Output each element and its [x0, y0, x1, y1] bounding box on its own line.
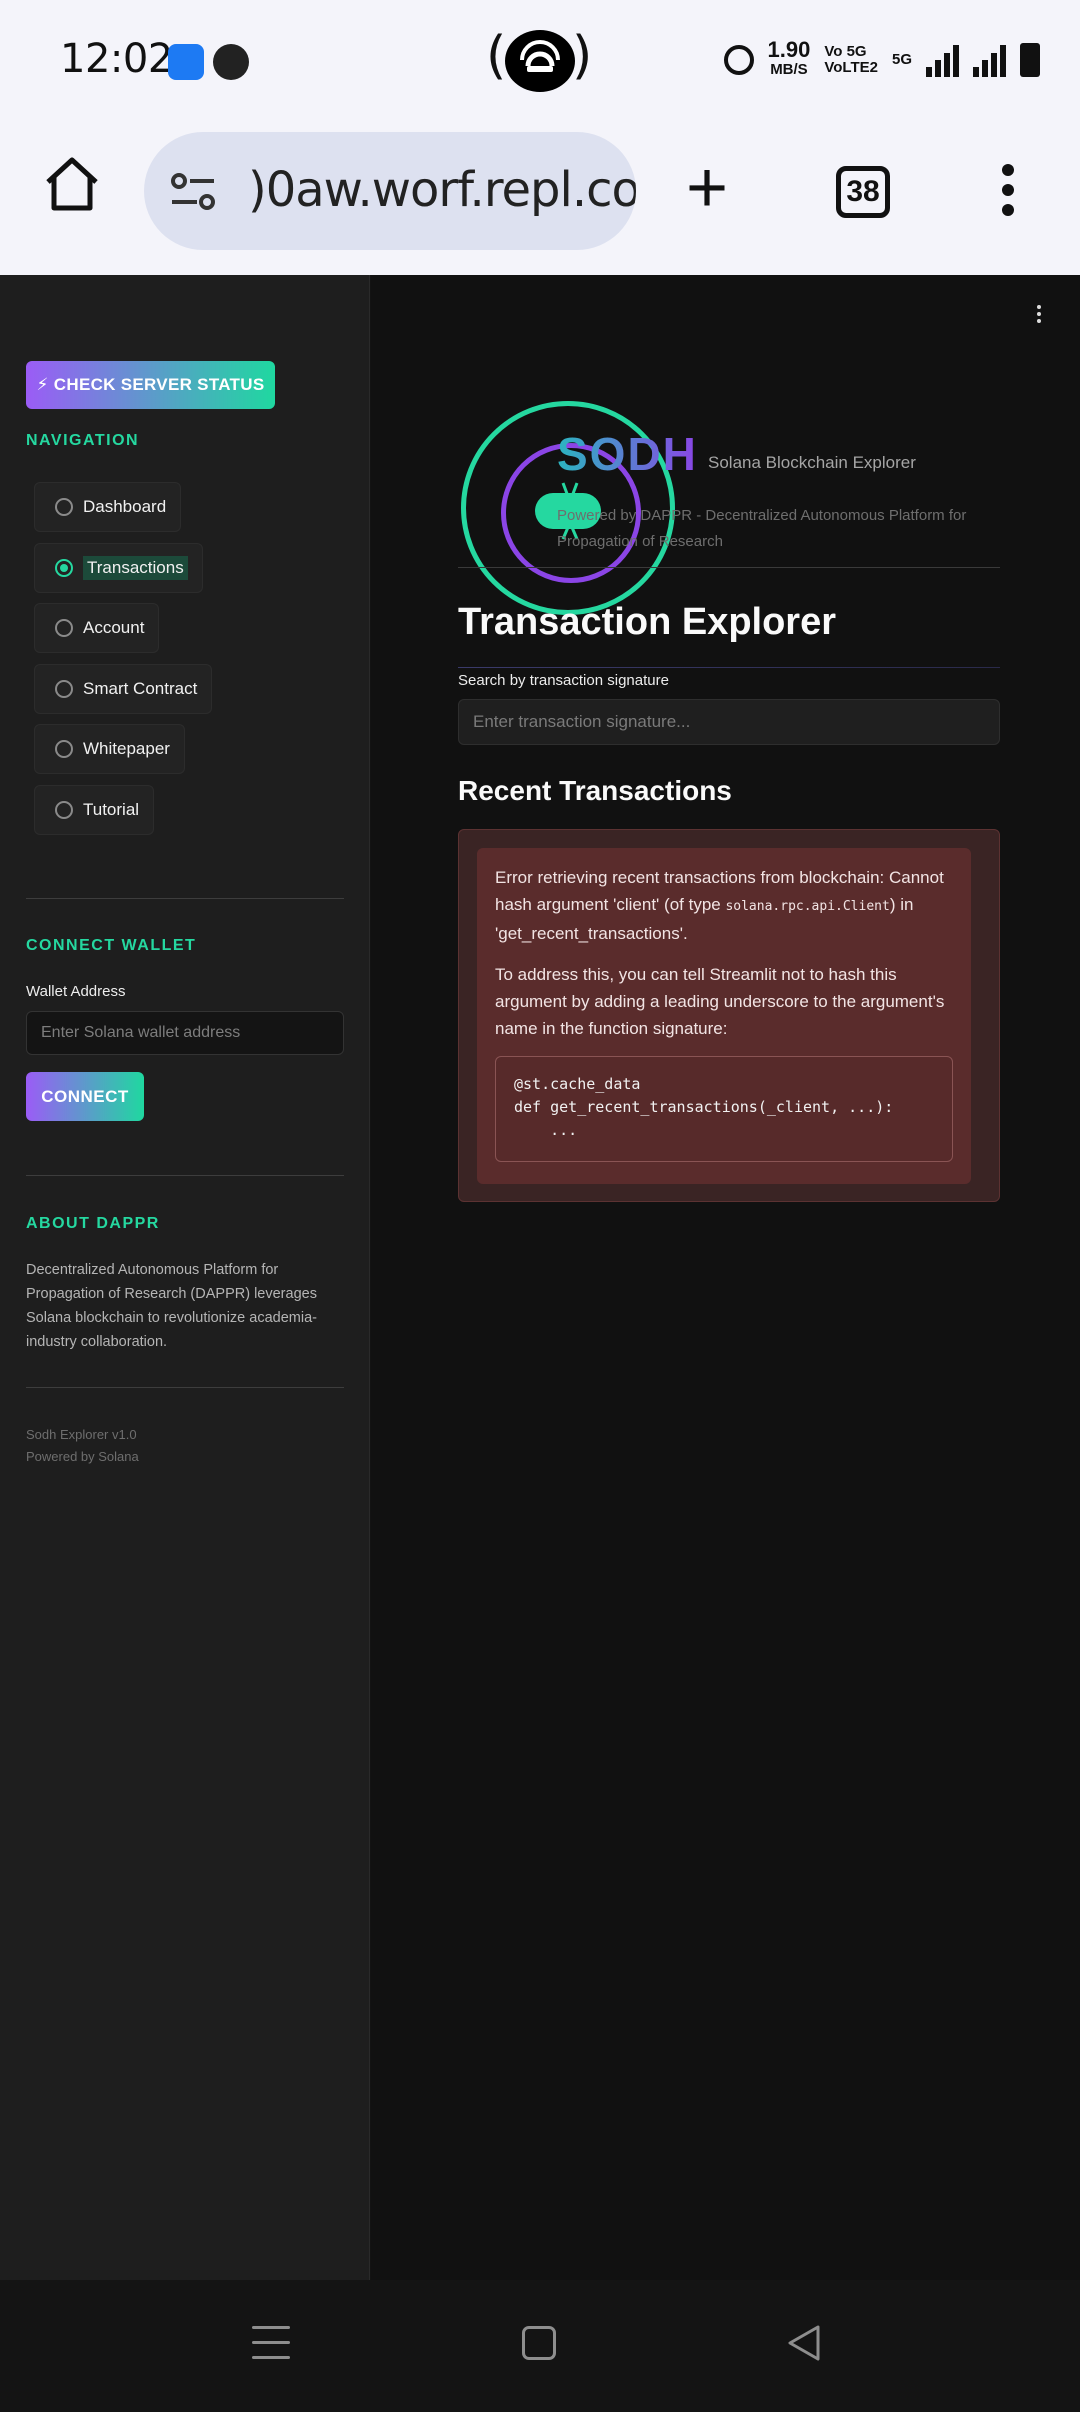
system-nav-bar: [0, 2280, 1080, 2412]
powered-by-text: Powered by DAPPR - Decentralized Autonom…: [557, 507, 967, 550]
clock: 12:02: [60, 36, 173, 82]
check-server-status-button[interactable]: ⚡ CHECK SERVER STATUS: [26, 361, 275, 409]
hotspot-bracket-left: (: [486, 26, 507, 86]
network-type: 5G: [891, 51, 912, 68]
home-nav-icon[interactable]: [522, 2326, 556, 2360]
title-divider: [458, 667, 1000, 668]
nav-radio-group: Dashboard Transactions Account Smart Con…: [34, 482, 213, 845]
site-settings-icon[interactable]: [170, 172, 216, 212]
battery-icon: [1020, 43, 1040, 77]
main-content: SODH Solana Blockchain Explorer Powered …: [371, 275, 1080, 2280]
status-icons: 1.90 MB/S Vo 5G VoLTE2 5G: [723, 37, 1040, 80]
address-bar[interactable]: )0aw.worf.repl.co: [144, 132, 636, 250]
tab-switcher-button[interactable]: 38: [836, 166, 890, 218]
nav-item-whitepaper[interactable]: Whitepaper: [34, 724, 185, 774]
connect-wallet-heading: CONNECT WALLET: [26, 937, 197, 954]
error-hint: To address this, you can tell Streamlit …: [495, 965, 945, 1038]
error-type-code: solana.rpc.api.Client: [725, 899, 890, 914]
radio-icon[interactable]: [55, 740, 73, 758]
net-speed: 1.90 MB/S: [767, 37, 811, 79]
app-menu-icon[interactable]: [1035, 305, 1043, 327]
nav-item-smart-contract[interactable]: Smart Contract: [34, 663, 213, 714]
radio-icon[interactable]: [55, 800, 73, 819]
wallet-address-label: Wallet Address: [26, 983, 126, 1000]
hotspot-icon: [505, 30, 575, 92]
brand-title: SODH: [557, 428, 698, 480]
page-title: Transaction Explorer: [458, 601, 837, 643]
recent-apps-icon[interactable]: [252, 2326, 290, 2362]
browser-toolbar: )0aw.worf.repl.co + 38: [0, 124, 1080, 275]
sidebar-divider: [26, 1175, 344, 1176]
new-tab-icon[interactable]: +: [686, 152, 728, 224]
about-heading: ABOUT DAPPR: [26, 1215, 160, 1232]
transaction-search-input[interactable]: [458, 699, 1000, 745]
browser-menu-icon[interactable]: [996, 164, 1020, 224]
github-app-icon: [213, 44, 249, 80]
sidebar: ⚡ CHECK SERVER STATUS NAVIGATION Dashboa…: [0, 275, 370, 2280]
nav-label: Account: [83, 618, 145, 637]
nav-label: Dashboard: [83, 497, 167, 516]
nav-label: Smart Contract: [83, 678, 198, 698]
navigation-heading: NAVIGATION: [26, 432, 140, 449]
android-app-icon: [168, 44, 204, 80]
url-text[interactable]: )0aw.worf.repl.co: [248, 162, 636, 218]
nav-label: Whitepaper: [83, 739, 170, 758]
error-text: Error retrieving recent transactions fro…: [495, 868, 944, 943]
connect-button[interactable]: CONNECT: [26, 1072, 144, 1121]
radio-selected-icon[interactable]: [55, 558, 73, 577]
radio-icon[interactable]: [55, 498, 73, 516]
home-icon[interactable]: [42, 154, 102, 214]
alarm-icon: [723, 45, 754, 75]
radio-icon[interactable]: [55, 619, 73, 637]
sidebar-divider: [26, 1387, 344, 1388]
about-text: Decentralized Autonomous Platform for Pr…: [26, 1262, 317, 1350]
status-bar: 12:02 ( ) 1.90 MB/S Vo 5G VoLTE2 5G: [0, 0, 1080, 124]
nav-item-transactions[interactable]: Transactions: [34, 542, 203, 593]
sidebar-divider: [26, 898, 344, 899]
signal-icon: [973, 43, 1006, 77]
hotspot-bracket-right: ): [572, 26, 593, 86]
signal-icon: [926, 43, 959, 77]
nav-item-tutorial[interactable]: Tutorial: [34, 784, 155, 835]
footer-version: Sodh Explorer v1.0: [26, 1427, 137, 1442]
error-message: Error retrieving recent transactions fro…: [477, 848, 971, 1184]
nav-item-dashboard[interactable]: Dashboard: [34, 482, 182, 532]
nav-label: Tutorial: [83, 799, 140, 819]
nav-label: Transactions: [83, 555, 188, 580]
wallet-address-input[interactable]: [26, 1011, 344, 1055]
volte-indicator: Vo 5G VoLTE2: [824, 43, 878, 76]
footer-powered: Powered by Solana: [26, 1449, 139, 1464]
code-block: @st.cache_data def get_recent_transactio…: [495, 1056, 953, 1162]
brand-subtitle: Solana Blockchain Explorer: [708, 453, 916, 472]
search-label: Search by transaction signature: [458, 672, 669, 689]
recent-transactions-title: Recent Transactions: [458, 775, 732, 806]
radio-icon[interactable]: [55, 679, 73, 698]
error-panel: Error retrieving recent transactions fro…: [458, 829, 1000, 1202]
nav-item-account[interactable]: Account: [34, 603, 160, 653]
back-icon[interactable]: [786, 2324, 822, 2362]
header-divider: [458, 567, 1000, 568]
